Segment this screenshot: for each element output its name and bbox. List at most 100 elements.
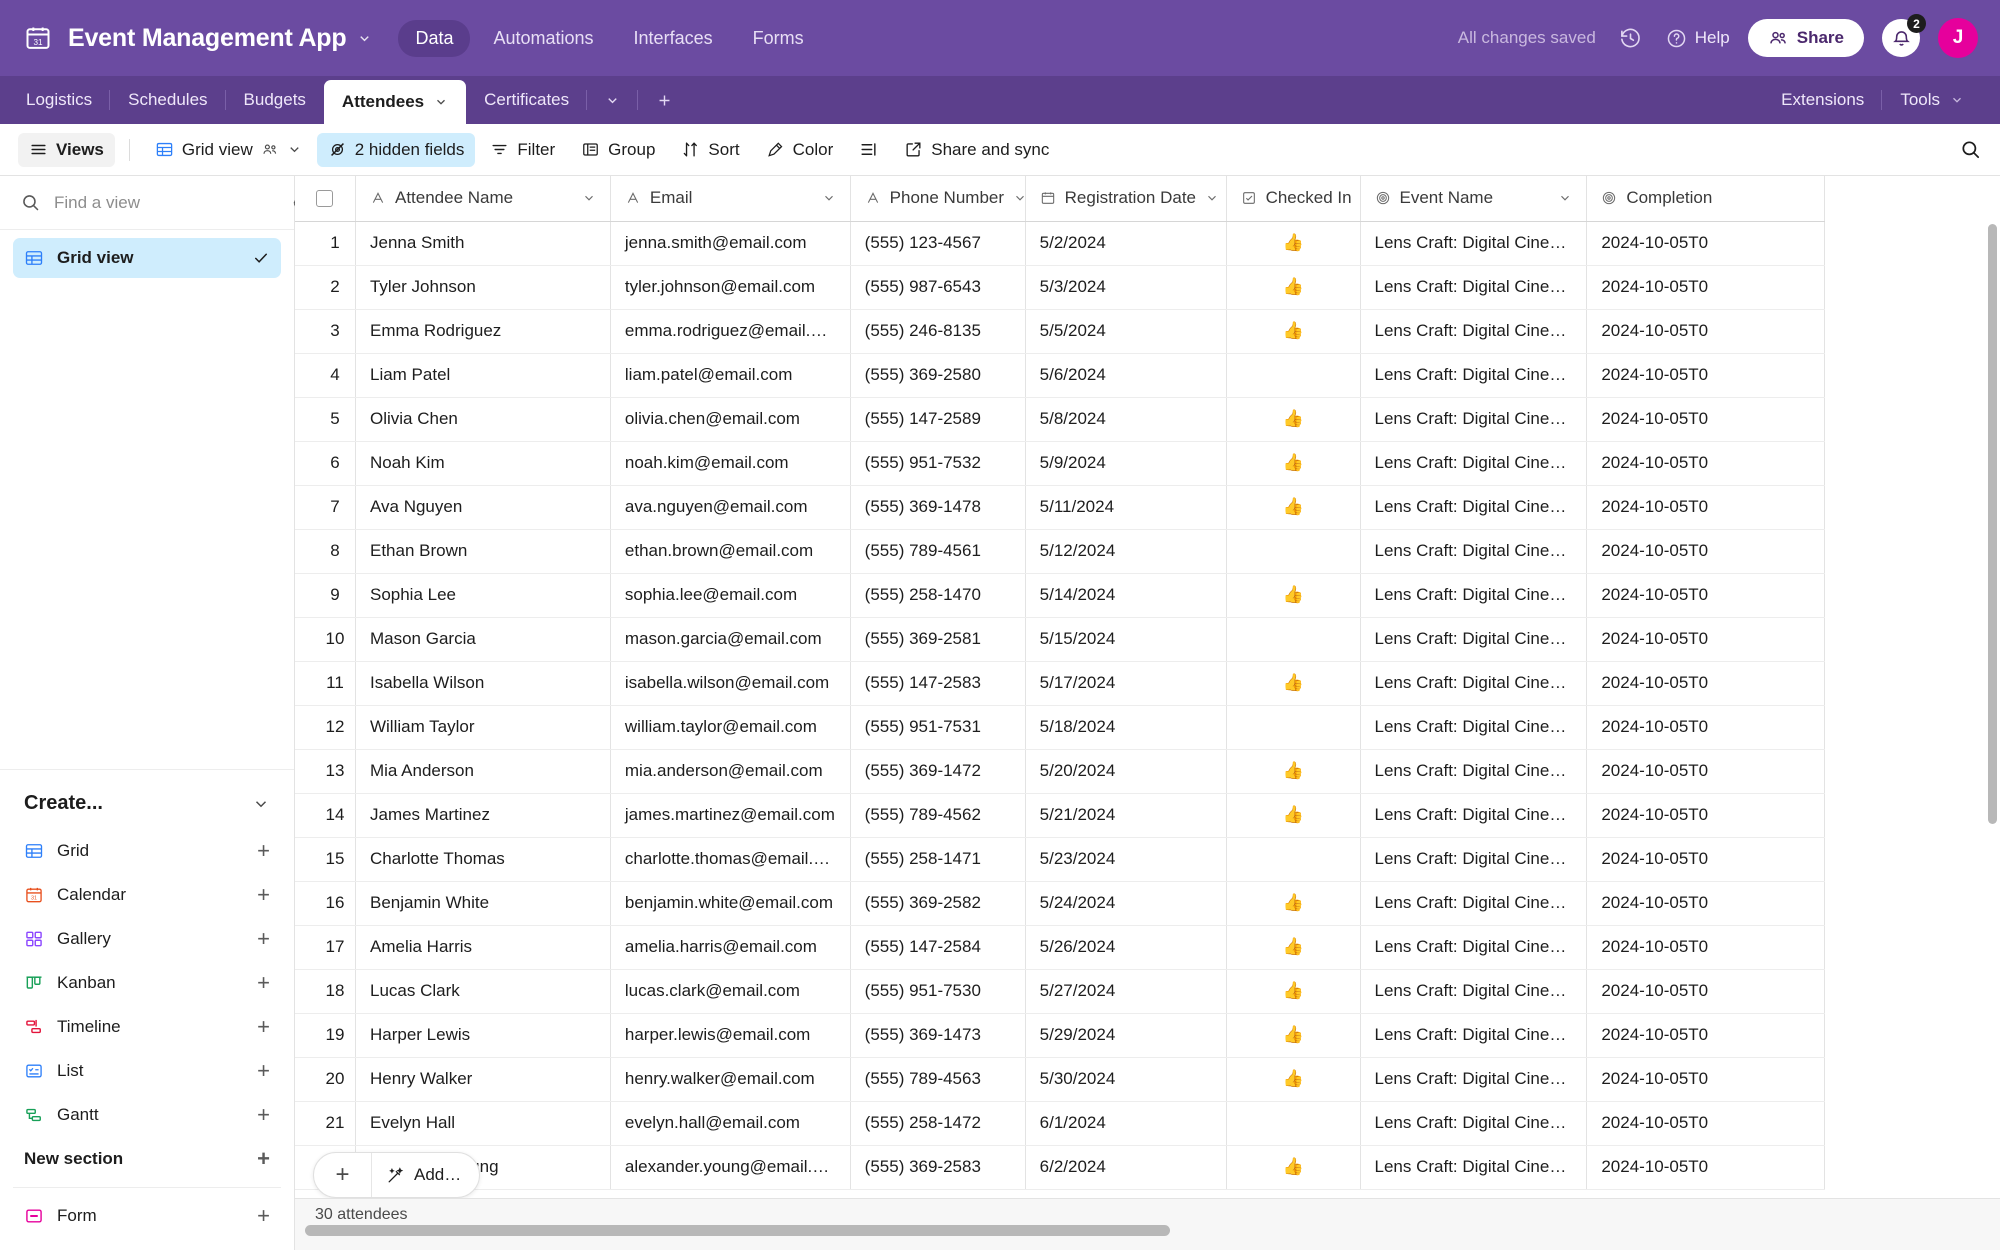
add-record-button[interactable]: + (314, 1153, 372, 1197)
cell-attendee-name[interactable]: James Martinez (355, 793, 611, 838)
plus-icon[interactable]: + (257, 972, 270, 994)
table-tab-logistics[interactable]: Logistics (8, 76, 111, 124)
row-number-cell[interactable]: 14 (295, 793, 356, 838)
cell-attendee-name[interactable]: Henry Walker (355, 1057, 611, 1102)
filter-button[interactable]: Filter (479, 133, 566, 167)
chevron-down-icon[interactable] (822, 191, 836, 205)
cell-registration-date[interactable]: 5/14/2024 (1025, 573, 1227, 618)
top-nav-item-automations[interactable]: Automations (476, 20, 610, 57)
cell-attendee-name[interactable]: Tyler Johnson (355, 265, 611, 310)
cell-registration-date[interactable]: 5/5/2024 (1025, 309, 1227, 354)
cell-completion[interactable]: 2024-10-05T0 (1586, 221, 1825, 266)
cell-attendee-name[interactable]: Noah Kim (355, 441, 611, 486)
cell-completion[interactable]: 2024-10-05T0 (1586, 485, 1825, 530)
cell-event-name[interactable]: Lens Craft: Digital Cinem… (1360, 1013, 1588, 1058)
column-header-checked-in[interactable]: Checked In (1226, 176, 1361, 222)
table-row[interactable]: 20 Henry Walker henry.walker@email.com (555… (295, 1057, 1825, 1102)
cell-email[interactable]: emma.rodriguez@email.com (610, 309, 851, 354)
cell-checked-in[interactable]: 👍 (1226, 881, 1361, 926)
row-height-button[interactable] (848, 133, 889, 166)
cell-email[interactable]: tyler.johnson@email.com (610, 265, 851, 310)
cell-event-name[interactable]: Lens Craft: Digital Cinem… (1360, 485, 1588, 530)
cell-email[interactable]: lucas.clark@email.com (610, 969, 851, 1014)
cell-phone-number[interactable]: (555) 258-1471 (850, 837, 1026, 882)
cell-event-name[interactable]: Lens Craft: Digital Cinem… (1360, 793, 1588, 838)
chevron-down-icon[interactable] (1013, 191, 1024, 205)
plus-icon[interactable]: + (257, 1104, 270, 1126)
column-header-registration-date[interactable]: Registration Date (1025, 176, 1227, 222)
column-header-event-name[interactable]: Event Name (1360, 176, 1588, 222)
row-number-cell[interactable]: 15 (295, 837, 356, 882)
cell-email[interactable]: olivia.chen@email.com (610, 397, 851, 442)
select-all-checkbox[interactable] (316, 190, 334, 208)
cell-email[interactable]: harper.lewis@email.com (610, 1013, 851, 1058)
create-item-calendar[interactable]: 31 Calendar + (13, 873, 281, 917)
cell-checked-in[interactable] (1226, 529, 1361, 574)
cell-phone-number[interactable]: (555) 147-2583 (850, 661, 1026, 706)
cell-completion[interactable]: 2024-10-05T0 (1586, 661, 1825, 706)
cell-email[interactable]: sophia.lee@email.com (610, 573, 851, 618)
cell-phone-number[interactable]: (555) 987-6543 (850, 265, 1026, 310)
cell-completion[interactable]: 2024-10-05T0 (1586, 705, 1825, 750)
cell-checked-in[interactable]: 👍 (1226, 1145, 1361, 1190)
cell-completion[interactable]: 2024-10-05T0 (1586, 353, 1825, 398)
cell-checked-in[interactable]: 👍 (1226, 221, 1361, 266)
cell-attendee-name[interactable]: Jenna Smith (355, 221, 611, 266)
create-section-header[interactable]: Create... (13, 784, 281, 829)
chevron-down-icon[interactable] (252, 795, 270, 813)
cell-checked-in[interactable]: 👍 (1226, 1013, 1361, 1058)
cell-registration-date[interactable]: 5/9/2024 (1025, 441, 1227, 486)
cell-checked-in[interactable]: 👍 (1226, 397, 1361, 442)
plus-icon[interactable]: + (257, 1060, 270, 1082)
cell-phone-number[interactable]: (555) 369-1472 (850, 749, 1026, 794)
cell-phone-number[interactable]: (555) 369-2580 (850, 353, 1026, 398)
table-row[interactable]: 8 Ethan Brown ethan.brown@email.com (555) 7… (295, 529, 1825, 574)
cell-email[interactable]: charlotte.thomas@email.com (610, 837, 851, 882)
cell-registration-date[interactable]: 5/30/2024 (1025, 1057, 1227, 1102)
search-input[interactable] (54, 192, 275, 213)
chevron-down-icon[interactable] (1558, 191, 1572, 205)
plus-icon[interactable]: + (257, 840, 270, 862)
table-row[interactable]: 11 Isabella Wilson isabella.wilson@email.c… (295, 661, 1825, 706)
views-button[interactable]: Views (18, 132, 115, 167)
row-number-cell[interactable]: 7 (295, 485, 356, 530)
cell-phone-number[interactable]: (555) 147-2589 (850, 397, 1026, 442)
table-tab-attendees[interactable]: Attendees (323, 80, 467, 124)
new-section-button[interactable]: New section + (13, 1137, 281, 1181)
table-row[interactable]: 4 Liam Patel liam.patel@email.com (555) 369… (295, 353, 1825, 398)
share-and-sync-button[interactable]: Share and sync (893, 133, 1060, 167)
table-row[interactable]: 1 Jenna Smith jenna.smith@email.com (555) 1… (295, 221, 1825, 266)
create-item-form[interactable]: Form + (13, 1194, 281, 1238)
table-tab-certificates[interactable]: Certificates (466, 76, 588, 124)
cell-phone-number[interactable]: (555) 258-1472 (850, 1101, 1026, 1146)
table-row[interactable]: 16 Benjamin White benjamin.white@email.com… (295, 881, 1825, 926)
cell-event-name[interactable]: Lens Craft: Digital Cinem… (1360, 1101, 1588, 1146)
cell-email[interactable]: mia.anderson@email.com (610, 749, 851, 794)
row-number-cell[interactable]: 20 (295, 1057, 356, 1102)
cell-checked-in[interactable]: 👍 (1226, 441, 1361, 486)
cell-event-name[interactable]: Lens Craft: Digital Cinem… (1360, 353, 1588, 398)
share-button[interactable]: Share (1747, 19, 1864, 57)
cell-checked-in[interactable] (1226, 1101, 1361, 1146)
cell-phone-number[interactable]: (555) 951-7531 (850, 705, 1026, 750)
cell-attendee-name[interactable]: Evelyn Hall (355, 1101, 611, 1146)
cell-attendee-name[interactable]: Liam Patel (355, 353, 611, 398)
table-row[interactable]: 7 Ava Nguyen ava.nguyen@email.com (555) 369… (295, 485, 1825, 530)
top-nav-item-interfaces[interactable]: Interfaces (617, 20, 730, 57)
table-row[interactable]: 3 Emma Rodriguez emma.rodriguez@email.com(… (295, 309, 1825, 354)
avatar[interactable]: J (1938, 18, 1978, 58)
cell-phone-number[interactable]: (555) 369-2583 (850, 1145, 1026, 1190)
table-row[interactable]: 18 Lucas Clark lucas.clark@email.com (555) … (295, 969, 1825, 1014)
cell-checked-in[interactable]: 👍 (1226, 661, 1361, 706)
plus-icon[interactable]: + (257, 928, 270, 950)
cell-phone-number[interactable]: (555) 789-4561 (850, 529, 1026, 574)
column-header-email[interactable]: Email (610, 176, 851, 222)
cell-email[interactable]: benjamin.white@email.com (610, 881, 851, 926)
grid-scroll-container[interactable]: Attendee Name Email Phone Number Registr… (295, 176, 2000, 1250)
tools-button[interactable]: Tools (1882, 76, 1982, 124)
row-number-cell[interactable]: 21 (295, 1101, 356, 1146)
cell-event-name[interactable]: Lens Craft: Digital Cinem… (1360, 1145, 1588, 1190)
extensions-button[interactable]: Extensions (1763, 76, 1883, 124)
row-number-cell[interactable]: 8 (295, 529, 356, 574)
cell-event-name[interactable]: Lens Craft: Digital Cinem… (1360, 441, 1588, 486)
